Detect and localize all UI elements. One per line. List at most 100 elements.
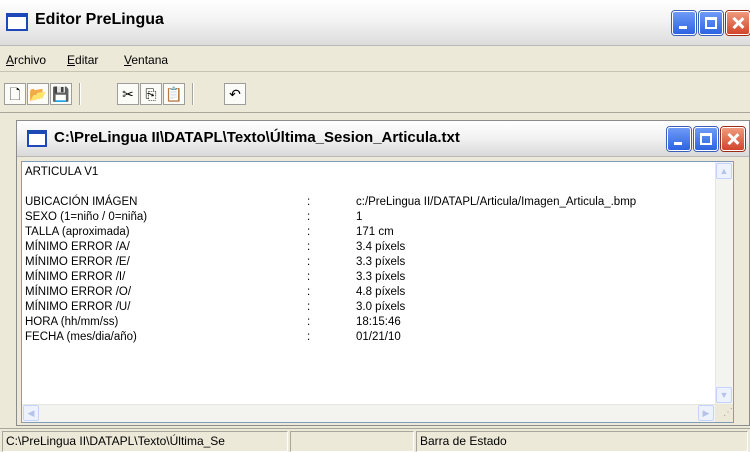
text-row: FECHA (mes/dia/año): 01/21/10 bbox=[25, 330, 715, 345]
row-key: MÍNIMO ERROR /O/ bbox=[25, 286, 132, 298]
mdi-area: C:\PreLingua II\DATAPL\Texto\Última_Sesi… bbox=[0, 114, 750, 428]
document-maximize-button[interactable] bbox=[694, 127, 718, 151]
row-key: UBICACIÓN IMÁGEN bbox=[25, 196, 138, 208]
row-value: 4.8 píxels bbox=[356, 286, 406, 298]
save-button[interactable]: 💾 bbox=[50, 83, 72, 105]
row-key: TALLA (aproximada) bbox=[25, 226, 130, 238]
row-value: 3.3 píxels bbox=[356, 256, 406, 268]
text-row: MÍNIMO ERROR /E/: 3.3 píxels bbox=[25, 255, 715, 270]
copy-icon: ⎘ bbox=[145, 86, 157, 102]
text-row: MÍNIMO ERROR /U/: 3.0 píxels bbox=[25, 300, 715, 315]
minimize-icon bbox=[674, 142, 682, 145]
row-separator: : bbox=[307, 316, 311, 328]
text-row: MÍNIMO ERROR /O/: 4.8 píxels bbox=[25, 285, 715, 300]
window-icon bbox=[6, 13, 28, 31]
chevron-right-icon: ▶ bbox=[702, 408, 710, 418]
save-icon: 💾 bbox=[52, 86, 70, 102]
text-row: SEXO (1=niño / 0=niña): 1 bbox=[25, 210, 715, 225]
row-separator: : bbox=[307, 211, 311, 223]
new-file-icon: 🗋 bbox=[9, 86, 21, 102]
row-separator: : bbox=[307, 196, 311, 208]
status-middle bbox=[290, 431, 414, 452]
app-titlebar[interactable]: Editor PreLingua bbox=[0, 0, 750, 46]
paste-button[interactable]: 📋 bbox=[163, 83, 185, 105]
text-rows: UBICACIÓN IMÁGEN: c:/PreLingua II/DATAPL/… bbox=[25, 195, 715, 345]
cut-button[interactable]: ✂ bbox=[117, 83, 139, 105]
scroll-right-button[interactable]: ▶ bbox=[698, 405, 714, 421]
chevron-down-icon: ▼ bbox=[719, 390, 729, 400]
row-key: MÍNIMO ERROR /U/ bbox=[25, 301, 131, 313]
row-separator: : bbox=[307, 226, 311, 238]
row-separator: : bbox=[307, 271, 311, 283]
app-title: Editor PreLingua bbox=[35, 11, 164, 28]
document-title: C:\PreLingua II\DATAPL\Texto\Última_Sesi… bbox=[54, 129, 460, 146]
row-value: 18:15:46 bbox=[356, 316, 401, 328]
document-titlebar[interactable]: C:\PreLingua II\DATAPL\Texto\Última_Sesi… bbox=[17, 121, 749, 157]
scroll-up-button[interactable]: ▲ bbox=[716, 163, 732, 179]
maximize-button[interactable] bbox=[699, 11, 723, 35]
text-editor[interactable]: ARTICULA V1 UBICACIÓN IMÁGEN: c:/PreLingu… bbox=[21, 161, 734, 423]
copy-button[interactable]: ⎘ bbox=[140, 83, 162, 105]
row-value: c:/PreLingua II/DATAPL/Articula/Imagen_A… bbox=[356, 196, 637, 208]
toolbar: 🗋 📂 💾 ✂ ⎘ 📋 ↶ bbox=[0, 73, 750, 113]
menu-archivo[interactable]: Archivo bbox=[6, 53, 46, 67]
document-window-icon bbox=[27, 130, 47, 147]
row-value: 1 bbox=[356, 211, 363, 223]
text-row: MÍNIMO ERROR /I/: 3.3 píxels bbox=[25, 270, 715, 285]
undo-icon: ↶ bbox=[229, 86, 241, 102]
row-key: HORA (hh/mm/ss) bbox=[25, 316, 119, 328]
close-icon bbox=[722, 128, 744, 150]
maximize-icon bbox=[705, 17, 717, 29]
horizontal-scrollbar[interactable]: ◀ ▶ bbox=[22, 404, 715, 422]
close-button[interactable] bbox=[726, 11, 750, 35]
row-key: MÍNIMO ERROR /I/ bbox=[25, 271, 126, 283]
close-icon bbox=[727, 12, 749, 34]
cut-icon: ✂ bbox=[122, 86, 134, 102]
open-folder-icon: 📂 bbox=[29, 86, 47, 102]
text-content[interactable]: ARTICULA V1 UBICACIÓN IMÁGEN: c:/PreLingu… bbox=[22, 162, 715, 404]
row-key: MÍNIMO ERROR /E/ bbox=[25, 256, 130, 268]
app-caption-buttons bbox=[672, 11, 750, 35]
minimize-icon bbox=[679, 26, 687, 29]
row-separator: : bbox=[307, 301, 311, 313]
row-value: 3.4 píxels bbox=[356, 241, 406, 253]
minimize-button[interactable] bbox=[672, 11, 696, 35]
menu-ventana[interactable]: Ventana bbox=[124, 53, 168, 67]
row-separator: : bbox=[307, 256, 311, 268]
status-text: Barra de Estado bbox=[416, 431, 748, 452]
toolbar-separator bbox=[192, 83, 194, 105]
undo-button[interactable]: ↶ bbox=[224, 83, 246, 105]
open-button[interactable]: 📂 bbox=[27, 83, 49, 105]
row-value: 3.0 píxels bbox=[356, 301, 406, 313]
scroll-down-button[interactable]: ▼ bbox=[716, 387, 732, 403]
vertical-scrollbar[interactable]: ▲ ▼ bbox=[715, 162, 733, 404]
document-caption-buttons bbox=[667, 127, 745, 151]
document-close-button[interactable] bbox=[721, 127, 745, 151]
row-value: 3.3 píxels bbox=[356, 271, 406, 283]
new-file-button[interactable]: 🗋 bbox=[4, 83, 26, 105]
resize-grip[interactable]: ⋰ bbox=[715, 404, 733, 422]
document-window: C:\PreLingua II\DATAPL\Texto\Última_Sesi… bbox=[16, 120, 750, 426]
text-row: UBICACIÓN IMÁGEN: c:/PreLingua II/DATAPL/… bbox=[25, 195, 715, 210]
text-row: TALLA (aproximada): 171 cm bbox=[25, 225, 715, 240]
row-separator: : bbox=[307, 241, 311, 253]
text-heading: ARTICULA V1 bbox=[25, 166, 99, 178]
scroll-left-button[interactable]: ◀ bbox=[23, 405, 39, 421]
row-separator: : bbox=[307, 331, 311, 343]
status-bar: C:\PreLingua II\DATAPL\Texto\Última_Se B… bbox=[0, 428, 750, 452]
row-key: FECHA (mes/dia/año) bbox=[25, 331, 137, 343]
toolbar-separator bbox=[79, 83, 81, 105]
text-row: MÍNIMO ERROR /A/: 3.4 píxels bbox=[25, 240, 715, 255]
row-separator: : bbox=[307, 286, 311, 298]
row-value: 171 cm bbox=[356, 226, 394, 238]
maximize-icon bbox=[700, 133, 712, 145]
document-minimize-button[interactable] bbox=[667, 127, 691, 151]
status-path: C:\PreLingua II\DATAPL\Texto\Última_Se bbox=[2, 431, 288, 452]
menu-editar[interactable]: Editar bbox=[67, 53, 98, 67]
row-key: SEXO (1=niño / 0=niña) bbox=[25, 211, 148, 223]
chevron-up-icon: ▲ bbox=[719, 166, 729, 176]
text-row: HORA (hh/mm/ss): 18:15:46 bbox=[25, 315, 715, 330]
resize-grip-icon: ⋰ bbox=[723, 407, 733, 418]
paste-icon: 📋 bbox=[165, 86, 183, 102]
